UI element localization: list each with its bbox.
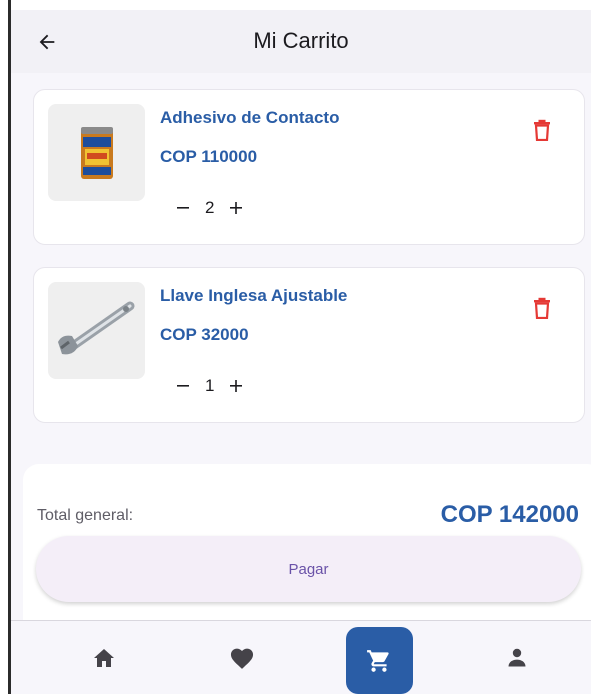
nav-favorites[interactable]	[207, 621, 277, 694]
cart-screen: Mi Carrito Adhesivo de Contacto COP 1100…	[11, 10, 591, 694]
heart-icon	[230, 648, 254, 669]
plus-icon	[230, 202, 243, 214]
trash-icon	[534, 119, 550, 141]
cart-item: Llave Inglesa Ajustable COP 32000 1	[33, 267, 585, 423]
plus-icon	[230, 380, 243, 392]
minus-icon	[177, 385, 189, 387]
nav-home[interactable]	[69, 621, 139, 694]
page-title: Mi Carrito	[253, 28, 349, 53]
delete-item-button[interactable]	[530, 296, 554, 320]
increase-quantity-button[interactable]	[228, 378, 244, 394]
delete-item-button[interactable]	[530, 118, 554, 142]
product-name: Llave Inglesa Ajustable	[160, 286, 348, 305]
quantity-stepper: 1	[175, 374, 244, 398]
product-price: COP 32000	[160, 325, 249, 344]
adjustable-wrench-image	[57, 301, 134, 354]
minus-icon	[177, 207, 189, 209]
quantity-value: 2	[205, 198, 215, 217]
cart-icon	[367, 649, 389, 672]
app-bar: Mi Carrito	[11, 10, 591, 73]
quantity-stepper: 2	[175, 196, 244, 220]
trash-icon	[534, 297, 550, 319]
total-value: COP 142000	[440, 501, 579, 528]
product-name: Adhesivo de Contacto	[160, 108, 340, 127]
pay-button[interactable]: Pagar	[36, 536, 581, 602]
nav-cart[interactable]	[344, 621, 414, 694]
nav-profile[interactable]	[482, 621, 552, 694]
decrease-quantity-button[interactable]	[175, 378, 191, 394]
quantity-value: 1	[205, 376, 215, 395]
product-image	[48, 104, 145, 201]
order-summary: Total general: COP 142000 Pagar	[23, 464, 591, 620]
home-icon	[94, 648, 114, 667]
product-price: COP 110000	[160, 147, 258, 166]
product-image	[48, 282, 145, 379]
adhesive-can-image	[80, 126, 113, 179]
bottom-navigation	[11, 621, 591, 694]
person-icon	[508, 648, 526, 666]
decrease-quantity-button[interactable]	[175, 200, 191, 216]
app-frame: Mi Carrito Adhesivo de Contacto COP 1100…	[0, 0, 591, 694]
nav-cart-active-indicator	[345, 627, 413, 694]
cart-item: Adhesivo de Contacto COP 110000 2	[33, 89, 585, 245]
increase-quantity-button[interactable]	[228, 200, 244, 216]
total-label: Total general:	[37, 507, 134, 524]
